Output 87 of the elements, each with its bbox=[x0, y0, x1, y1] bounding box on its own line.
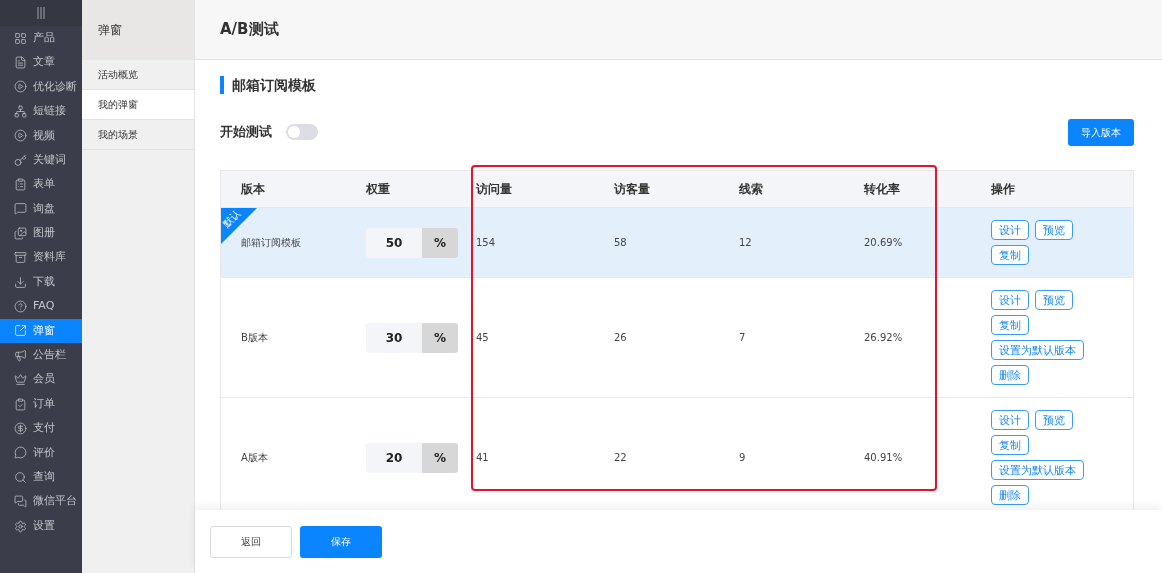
sidebar-item[interactable]: 下载 bbox=[0, 269, 82, 295]
table-cell-text: 58 bbox=[613, 236, 628, 250]
sidebar-item[interactable]: 资料库 bbox=[0, 245, 82, 270]
table-cell-text: 9 bbox=[738, 451, 747, 465]
images-icon bbox=[14, 226, 27, 240]
column-header: 访问量 bbox=[475, 181, 513, 198]
archive-icon bbox=[14, 251, 27, 265]
toggle-switch[interactable] bbox=[286, 124, 318, 140]
chat-bubbles-icon bbox=[14, 495, 27, 509]
sidebar-item[interactable]: 会员 bbox=[0, 367, 82, 392]
section-title: 邮箱订阅模板 bbox=[232, 75, 316, 95]
sidebar-item[interactable]: 短链接 bbox=[0, 99, 82, 124]
clipboard-icon bbox=[14, 178, 27, 192]
sidebar-item[interactable]: 弹窗 bbox=[0, 318, 82, 344]
table-cell-text: 12 bbox=[738, 236, 753, 250]
sidebar-item[interactable]: 评价 bbox=[0, 440, 82, 466]
subnav-title: 弹窗 bbox=[98, 22, 122, 39]
column-header: 线索 bbox=[738, 181, 764, 198]
import-button[interactable]: 导入版本 bbox=[1068, 118, 1134, 146]
sidebar-item[interactable]: 产品 bbox=[0, 26, 82, 51]
table-cell-text: 22 bbox=[613, 451, 628, 465]
table-cell-text: 20.69% bbox=[863, 236, 904, 250]
sidebar-item[interactable]: 优化诊断 bbox=[0, 74, 82, 100]
key-icon bbox=[14, 153, 27, 167]
table-cell-text: 26.92% bbox=[863, 331, 904, 345]
action-button[interactable]: 设置为默认版本 bbox=[991, 340, 1084, 360]
action-button[interactable]: 设置为默认版本 bbox=[991, 460, 1084, 480]
action-button[interactable]: 预览 bbox=[1035, 220, 1073, 240]
column-header: 版本 bbox=[240, 181, 266, 198]
action-button[interactable]: 预览 bbox=[1035, 410, 1073, 430]
download-icon bbox=[14, 275, 27, 289]
action-button[interactable]: 设计 bbox=[991, 410, 1029, 430]
sidebar-item[interactable]: 视频 bbox=[0, 123, 82, 148]
table-cell-text: 7 bbox=[738, 331, 747, 345]
grid-icon bbox=[14, 31, 27, 45]
clipboard-check-icon bbox=[14, 397, 27, 411]
sidebar-item[interactable]: 订单 bbox=[0, 391, 82, 417]
help-icon bbox=[14, 300, 27, 313]
action-button[interactable]: 预览 bbox=[1035, 290, 1073, 310]
sidebar-item[interactable]: 询盘 bbox=[0, 196, 82, 222]
sidebar-item[interactable]: 关键词 bbox=[0, 147, 82, 173]
action-button[interactable]: 删除 bbox=[991, 365, 1029, 385]
column-header: 操作 bbox=[990, 181, 1016, 198]
popup-icon bbox=[14, 324, 27, 338]
action-button[interactable]: 复制 bbox=[991, 245, 1029, 265]
table-cell-text: 41 bbox=[475, 451, 490, 465]
message-icon bbox=[14, 202, 27, 216]
page-title: A/B测试 bbox=[220, 19, 279, 41]
sidebar-item[interactable]: 设置 bbox=[0, 513, 82, 539]
table-cell-text: 40.91% bbox=[863, 451, 904, 465]
column-header: 转化率 bbox=[863, 181, 901, 198]
action-button[interactable]: 复制 bbox=[991, 435, 1029, 455]
crown-icon bbox=[14, 373, 27, 387]
sidebar-item[interactable]: 查询 bbox=[0, 465, 82, 490]
network-icon bbox=[14, 104, 27, 118]
table-cell-text: 45 bbox=[475, 331, 490, 345]
sidebar-item[interactable]: 公告栏 bbox=[0, 343, 82, 368]
action-button[interactable]: 复制 bbox=[991, 315, 1029, 335]
subnav-item[interactable]: 我的弹窗 bbox=[82, 90, 194, 120]
settings-icon bbox=[14, 519, 27, 533]
save-button[interactable]: 保存 bbox=[300, 525, 382, 558]
sidebar-item[interactable]: 图册 bbox=[0, 221, 82, 246]
table-cell-text: A版本 bbox=[240, 451, 269, 465]
search-icon bbox=[14, 470, 27, 484]
chat-icon bbox=[14, 446, 27, 460]
column-header: 权重 bbox=[365, 181, 391, 198]
toggle-label: 开始测试 bbox=[220, 123, 272, 142]
dollar-icon bbox=[14, 421, 27, 435]
back-button[interactable]: 返回 bbox=[210, 525, 292, 558]
action-button[interactable]: 删除 bbox=[991, 485, 1029, 505]
document-icon bbox=[14, 56, 27, 70]
handle-icon[interactable] bbox=[37, 7, 45, 19]
action-button[interactable]: 设计 bbox=[991, 220, 1029, 240]
play-icon bbox=[14, 80, 27, 94]
table-cell-text: B版本 bbox=[240, 331, 269, 345]
sidebar-item[interactable]: FAQ bbox=[0, 294, 82, 319]
play-icon bbox=[14, 129, 27, 143]
sidebar-item[interactable]: 表单 bbox=[0, 172, 82, 197]
section-marker bbox=[220, 76, 224, 94]
sidebar-item[interactable]: 微信平台 bbox=[0, 489, 82, 514]
action-button[interactable]: 设计 bbox=[991, 290, 1029, 310]
column-header: 访客量 bbox=[613, 181, 651, 198]
table-cell-text: 154 bbox=[475, 236, 497, 250]
sidebar-item[interactable]: 支付 bbox=[0, 416, 82, 441]
megaphone-icon bbox=[14, 348, 27, 362]
sidebar-item[interactable]: 文章 bbox=[0, 50, 82, 75]
table-cell-text: 26 bbox=[613, 331, 628, 345]
